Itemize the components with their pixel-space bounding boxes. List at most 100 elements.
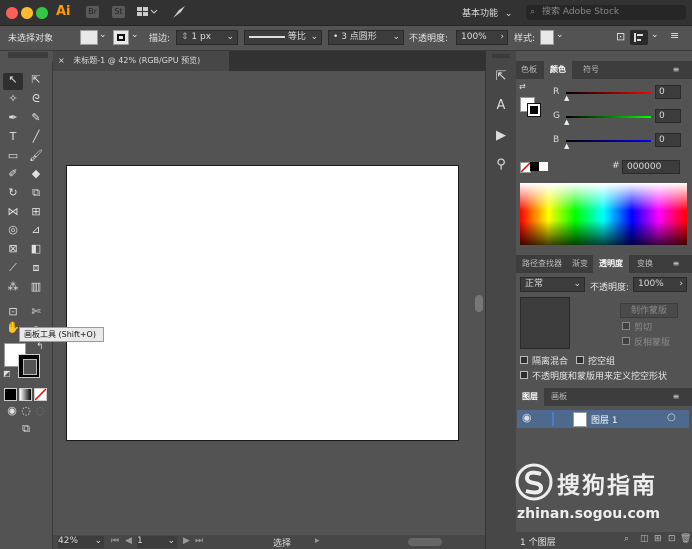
mesh-tool-icon[interactable]: ⊠ bbox=[5, 242, 21, 256]
selection-tool-icon[interactable]: ↖ bbox=[5, 73, 21, 87]
horizontal-scroll-thumb[interactable] bbox=[408, 538, 442, 546]
style-label[interactable]: 样式: bbox=[514, 31, 535, 44]
direct-selection-tool-icon[interactable]: ⇱ bbox=[28, 73, 44, 87]
locate-object-icon[interactable]: ⌕ bbox=[624, 534, 629, 544]
fill-color-swatch[interactable] bbox=[80, 30, 98, 45]
color-stroke-swatch[interactable] bbox=[527, 103, 541, 117]
artboard-number-field[interactable]: 1 ⌄ bbox=[137, 536, 177, 548]
knockout-group-checkbox[interactable] bbox=[576, 356, 584, 364]
opacity-mask-checkbox[interactable] bbox=[520, 371, 528, 379]
slice-tool-icon[interactable]: ✄ bbox=[28, 305, 44, 319]
stroke-swatch[interactable] bbox=[18, 354, 40, 378]
chevron-down-icon[interactable]: ⌄ bbox=[651, 30, 659, 40]
visibility-eye-icon[interactable]: ◉ bbox=[522, 411, 532, 424]
gradient-tool-icon[interactable]: ◧ bbox=[28, 242, 44, 256]
tab-gradient[interactable]: 渐变 bbox=[568, 255, 592, 273]
draw-inside-icon[interactable]: ◌ bbox=[32, 404, 48, 418]
red-value-field[interactable]: 0 bbox=[655, 85, 681, 99]
workspace-switcher[interactable]: 基本功能 ⌄ bbox=[462, 6, 512, 19]
tools-panel-grip[interactable] bbox=[8, 52, 48, 58]
symbol-sprayer-tool-icon[interactable]: ⁂ bbox=[5, 280, 21, 294]
layer-target-icon[interactable]: ○ bbox=[667, 412, 676, 423]
green-slider-thumb[interactable]: ▲ bbox=[564, 118, 569, 126]
paintbrush-tool-icon[interactable]: 🖌 bbox=[28, 149, 44, 163]
white-color-swatch[interactable] bbox=[539, 162, 548, 171]
character-icon[interactable]: A bbox=[490, 96, 512, 116]
first-artboard-icon[interactable]: ⏮ bbox=[111, 536, 119, 546]
actions-icon[interactable]: ▶ bbox=[490, 126, 512, 146]
tab-symbols[interactable]: 符号 bbox=[576, 61, 606, 79]
make-mask-button[interactable]: 制作蒙版 bbox=[620, 303, 678, 318]
type-tool-icon[interactable]: T bbox=[5, 130, 21, 144]
rotate-tool-icon[interactable]: ↻ bbox=[5, 186, 21, 200]
document-tab[interactable]: × 未标题-1 @ 42% (RGB/GPU 预览) bbox=[53, 51, 229, 71]
perspective-grid-tool-icon[interactable]: ⊿ bbox=[28, 223, 44, 237]
export-icon[interactable]: ⇱ bbox=[490, 67, 512, 87]
chevron-down-icon[interactable]: ⌄ bbox=[556, 30, 564, 40]
chevron-down-icon[interactable]: ⌄ bbox=[131, 30, 139, 40]
strip-grip[interactable] bbox=[492, 54, 510, 58]
eyedropper-tool-icon[interactable]: ⟋ bbox=[5, 261, 21, 275]
green-slider[interactable] bbox=[566, 116, 651, 118]
blue-slider[interactable] bbox=[566, 140, 651, 142]
close-window-button[interactable] bbox=[6, 7, 18, 19]
shape-builder-tool-icon[interactable]: ◎ bbox=[5, 223, 21, 237]
panel-menu-icon[interactable]: ≡ bbox=[670, 29, 679, 42]
align-icon[interactable] bbox=[630, 30, 648, 45]
swap-fill-stroke-icon[interactable]: ⇄ bbox=[519, 82, 526, 91]
black-color-swatch[interactable] bbox=[530, 162, 539, 171]
tab-color[interactable]: 颜色 bbox=[544, 61, 572, 79]
tab-layers[interactable]: 图层 bbox=[516, 388, 544, 406]
blend-tool-icon[interactable]: ⧈ bbox=[28, 261, 44, 275]
red-slider[interactable] bbox=[566, 92, 651, 94]
panel-menu-icon[interactable]: ≡ bbox=[666, 388, 686, 406]
opacity-field[interactable]: 100% › bbox=[456, 30, 508, 45]
vertical-scroll-thumb[interactable] bbox=[475, 295, 483, 312]
transparency-opacity-field[interactable]: 100% › bbox=[633, 277, 687, 292]
screen-mode-icon[interactable]: ⧉ bbox=[17, 422, 35, 436]
layer-row[interactable]: ◉ 图层 1 ○ bbox=[517, 410, 689, 428]
layer-name[interactable]: 图层 1 bbox=[591, 413, 618, 426]
stock-search-input[interactable]: ⌕ 搜索 Adobe Stock bbox=[526, 5, 686, 20]
green-value-field[interactable]: 0 bbox=[655, 109, 681, 123]
status-text[interactable]: 选择 bbox=[273, 536, 291, 549]
tab-transparency[interactable]: 透明度 bbox=[593, 255, 629, 273]
blue-slider-thumb[interactable]: ▲ bbox=[564, 142, 569, 150]
swap-fill-stroke-icon[interactable]: ↰ bbox=[36, 342, 44, 352]
next-artboard-icon[interactable]: ▶ bbox=[183, 536, 190, 546]
trash-icon[interactable]: 🗑 bbox=[680, 534, 691, 544]
pen-tool-icon[interactable]: ✒ bbox=[5, 111, 21, 125]
tab-pathfinder[interactable]: 路径查找器 bbox=[516, 255, 568, 273]
stock-icon[interactable]: St bbox=[112, 6, 125, 18]
zoom-window-button[interactable] bbox=[36, 7, 48, 19]
brush-definition[interactable]: • 3 点圆形 ⌄ bbox=[328, 30, 404, 45]
red-slider-thumb[interactable]: ▲ bbox=[564, 94, 569, 102]
opacity-label[interactable]: 不透明度: bbox=[409, 31, 448, 44]
none-mode-icon[interactable] bbox=[34, 388, 47, 401]
arrange-documents-icon[interactable] bbox=[136, 6, 158, 18]
shaper-tool-icon[interactable]: ✐ bbox=[5, 167, 21, 181]
scale-tool-icon[interactable]: ⧉ bbox=[28, 186, 44, 200]
blend-mode-select[interactable]: 正常 ⌄ bbox=[520, 277, 585, 292]
artboard[interactable] bbox=[66, 165, 459, 441]
magic-wand-tool-icon[interactable]: ✧ bbox=[5, 92, 21, 106]
document-setup-icon[interactable]: ⊡ bbox=[616, 30, 625, 43]
graphic-style-swatch[interactable] bbox=[540, 30, 554, 45]
puppet-warp-icon[interactable]: ⚲ bbox=[490, 155, 512, 175]
last-artboard-icon[interactable]: ⏭ bbox=[195, 536, 203, 546]
color-spectrum[interactable] bbox=[520, 183, 687, 245]
gpu-performance-icon[interactable] bbox=[171, 4, 187, 20]
tab-artboards[interactable]: 画板 bbox=[546, 388, 572, 406]
panel-menu-icon[interactable]: ≡ bbox=[666, 255, 686, 273]
stroke-color-swatch[interactable] bbox=[113, 30, 129, 45]
artboard-tool-icon[interactable]: ⊡ bbox=[5, 305, 21, 319]
new-sublayer-icon[interactable]: ⊞ bbox=[654, 534, 662, 544]
zoom-level-field[interactable]: 42% ⌄ bbox=[58, 536, 104, 548]
default-fill-stroke-icon[interactable]: ◩ bbox=[3, 369, 11, 378]
new-layer-icon[interactable]: ⊡ bbox=[668, 534, 676, 544]
width-tool-icon[interactable]: ⋈ bbox=[5, 205, 21, 219]
bridge-icon[interactable]: Br bbox=[86, 6, 99, 18]
blue-value-field[interactable]: 0 bbox=[655, 133, 681, 147]
rectangle-tool-icon[interactable]: ▭ bbox=[5, 149, 21, 163]
eraser-tool-icon[interactable]: ◆ bbox=[28, 167, 44, 181]
